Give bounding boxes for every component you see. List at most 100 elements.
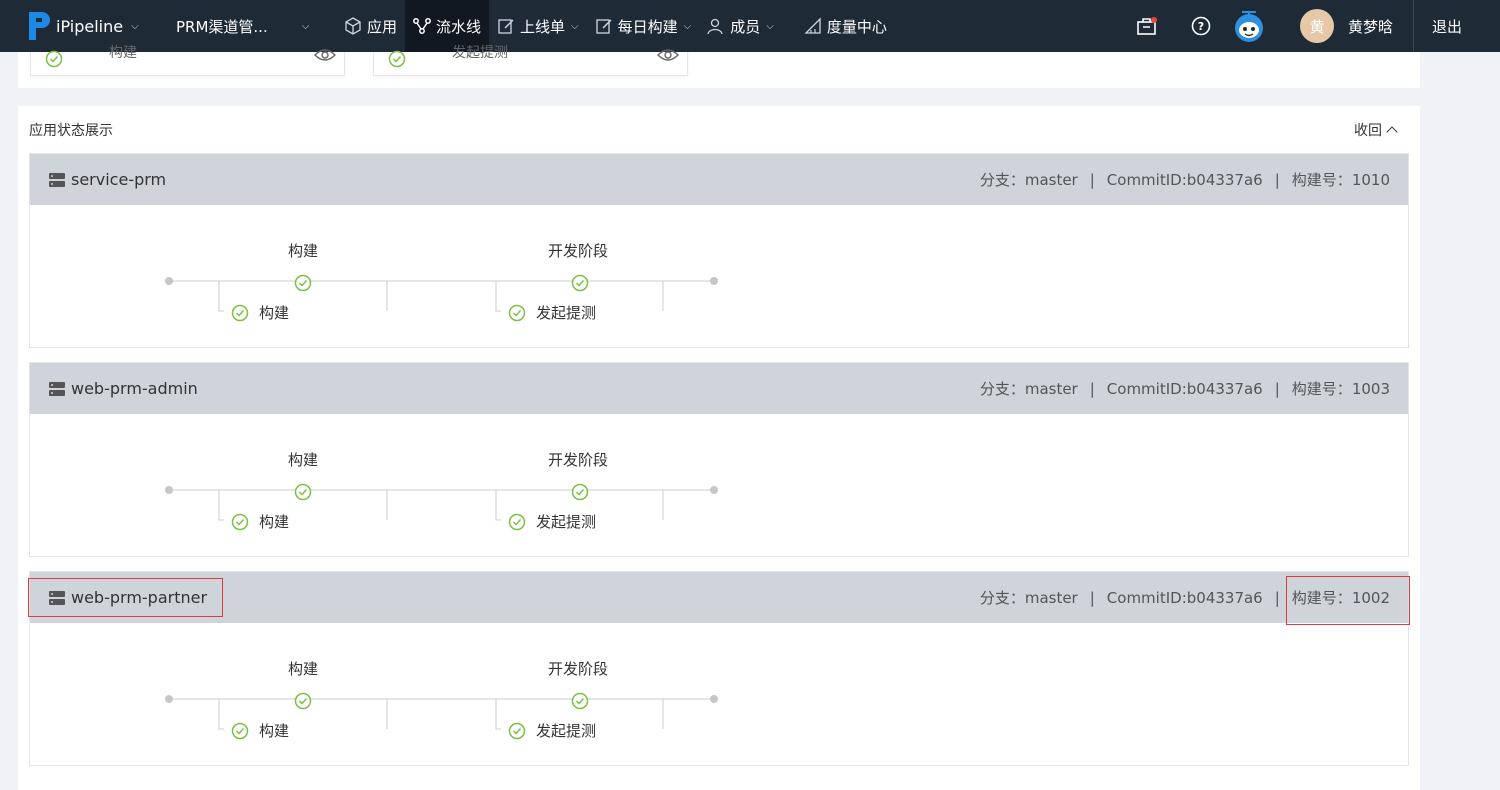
build-label: 构建号： — [1291, 380, 1352, 398]
top-job-label: 构建 — [109, 45, 137, 61]
project-selector[interactable]: PRM渠道管... ⌵ — [170, 16, 336, 37]
build-value: 1002 — [1351, 588, 1390, 607]
job-build[interactable]: 构建 — [259, 511, 289, 532]
job-build[interactable]: 构建 — [259, 720, 289, 741]
nav-item-label: 上线单 — [520, 17, 566, 36]
eye-icon[interactable] — [314, 48, 336, 62]
nav-item-app[interactable]: 应用 — [336, 0, 405, 52]
app-name-text: web-prm-partner — [71, 588, 208, 607]
app-name[interactable]: web-prm-admin — [48, 379, 198, 398]
chevron-down-icon: ⌵ — [766, 20, 774, 32]
collapse-button[interactable]: 收回 — [1354, 120, 1398, 140]
stage-title: 开发阶段 — [548, 660, 609, 678]
check-circle-icon — [231, 513, 249, 531]
branch-value: master — [1024, 170, 1078, 189]
app-name[interactable]: service-prm — [48, 170, 166, 189]
app-card-header: service-prm 分支： master | CommitID: b04337… — [30, 154, 1408, 205]
check-circle-icon — [571, 692, 589, 710]
check-circle-icon — [294, 274, 312, 292]
job-submit-test[interactable]: 发起提测 — [536, 511, 596, 532]
app-card-header: web-prm-admin 分支： master | CommitID: b043… — [30, 363, 1408, 414]
app-name[interactable]: web-prm-partner — [48, 588, 207, 607]
commit-value: b04337a6 — [1186, 170, 1263, 189]
check-circle-icon — [508, 722, 526, 740]
commit-label: CommitID: — [1106, 379, 1187, 398]
nav-item-daily-build[interactable]: 每日构建 ⌵ — [587, 0, 700, 52]
check-circle-icon — [231, 304, 249, 322]
pipeline-lines — [165, 483, 718, 531]
check-circle-icon — [294, 692, 312, 710]
server-icon — [49, 590, 65, 605]
notification-briefcase-icon[interactable] — [1136, 15, 1158, 37]
meta-separator: | — [1089, 588, 1095, 607]
check-circle-icon — [508, 304, 526, 322]
chevron-down-icon[interactable]: ⌵ — [131, 21, 139, 32]
meta-separator: | — [1089, 379, 1095, 398]
nav-item-members[interactable]: 成员 ⌵ — [699, 0, 782, 52]
check-circle-icon — [508, 513, 526, 531]
pipeline-lines — [165, 692, 718, 740]
edit-icon — [498, 19, 514, 34]
stage-title: 开发阶段 — [548, 242, 609, 260]
branch-value: master — [1024, 379, 1078, 398]
cube-icon — [345, 17, 361, 35]
ruler-icon — [804, 17, 821, 34]
app-card: web-prm-partner 分支： master | CommitID: b0… — [29, 571, 1409, 766]
app-card-header: web-prm-partner 分支： master | CommitID: b0… — [30, 572, 1408, 623]
pipeline-start-dot — [165, 277, 173, 285]
eye-icon[interactable] — [657, 48, 679, 62]
meta-separator: | — [1274, 379, 1280, 398]
stage-title: 构建 — [288, 660, 319, 678]
nav-item-label: 成员 — [730, 17, 761, 36]
pipeline-start-dot — [165, 695, 173, 703]
job-build[interactable]: 构建 — [259, 302, 289, 323]
top-job-label: 发起提测 — [452, 45, 508, 61]
app-meta: 分支： master | CommitID: b04337a6 | 构建号： 101… — [980, 169, 1390, 190]
pipeline-icon — [413, 18, 431, 34]
nav-item-label: 每日构建 — [617, 17, 678, 36]
nav-item-metrics[interactable]: 度量中心 — [796, 0, 895, 52]
users-icon — [707, 18, 723, 35]
job-submit-test[interactable]: 发起提测 — [536, 720, 596, 741]
app-meta: 分支： master | CommitID: b04337a6 | 构建号： 100… — [980, 378, 1390, 399]
check-circle-icon — [571, 274, 589, 292]
username[interactable]: 黄梦晗 — [1348, 16, 1393, 37]
check-circle-icon — [294, 483, 312, 501]
avatar[interactable]: 黄 — [1299, 9, 1334, 43]
top-nav: iPipeline ⌵ PRM渠道管... ⌵ 应用 流水线 上线单 ⌵ 每日构… — [0, 0, 1500, 52]
app-name-text: web-prm-admin — [71, 379, 198, 398]
pipeline-lines — [165, 274, 718, 322]
robot-assistant-icon[interactable] — [1232, 9, 1266, 43]
brand-logo[interactable]: iPipeline ⌵ — [0, 0, 170, 52]
stage-title: 构建 — [288, 242, 319, 260]
commit-value: b04337a6 — [1186, 379, 1263, 398]
panel-title: 应用状态展示 — [29, 123, 113, 139]
pipeline-diagram: 构建 开发阶段 构建 发起提测 — [30, 623, 1408, 766]
pipeline-end-dot — [710, 486, 718, 494]
commit-label: CommitID: — [1106, 170, 1187, 189]
help-icon[interactable]: ? — [1190, 15, 1212, 37]
top-job-card-submit-test[interactable]: 发起提测 — [373, 45, 688, 76]
nav-item-label: 度量中心 — [826, 17, 887, 36]
chevron-down-icon: ⌵ — [683, 20, 692, 32]
top-job-card-build[interactable]: 构建 — [30, 45, 345, 76]
meta-separator: | — [1274, 588, 1280, 607]
nav-item-label: 应用 — [367, 17, 398, 36]
server-icon — [49, 172, 65, 187]
svg-text:?: ? — [1198, 20, 1204, 33]
nav-item-label: 流水线 — [436, 17, 482, 36]
ipipeline-logo-icon — [29, 12, 50, 40]
app-card: service-prm 分支： master | CommitID: b04337… — [29, 153, 1409, 348]
build-value: 1010 — [1351, 170, 1390, 189]
pipeline-end-dot — [710, 695, 718, 703]
job-submit-test[interactable]: 发起提测 — [536, 302, 596, 323]
build-value: 1003 — [1351, 379, 1390, 398]
app-status-panel: 应用状态展示 收回 service-prm 分支： master | Commit… — [18, 106, 1420, 790]
collapse-label: 收回 — [1354, 123, 1382, 139]
branch-value: master — [1024, 588, 1078, 607]
edit-icon — [595, 19, 612, 34]
brand-name: iPipeline — [56, 16, 124, 36]
build-label: 构建号： — [1291, 171, 1352, 189]
commit-value: b04337a6 — [1186, 588, 1263, 607]
logout-button[interactable]: 退出 — [1414, 16, 1500, 37]
